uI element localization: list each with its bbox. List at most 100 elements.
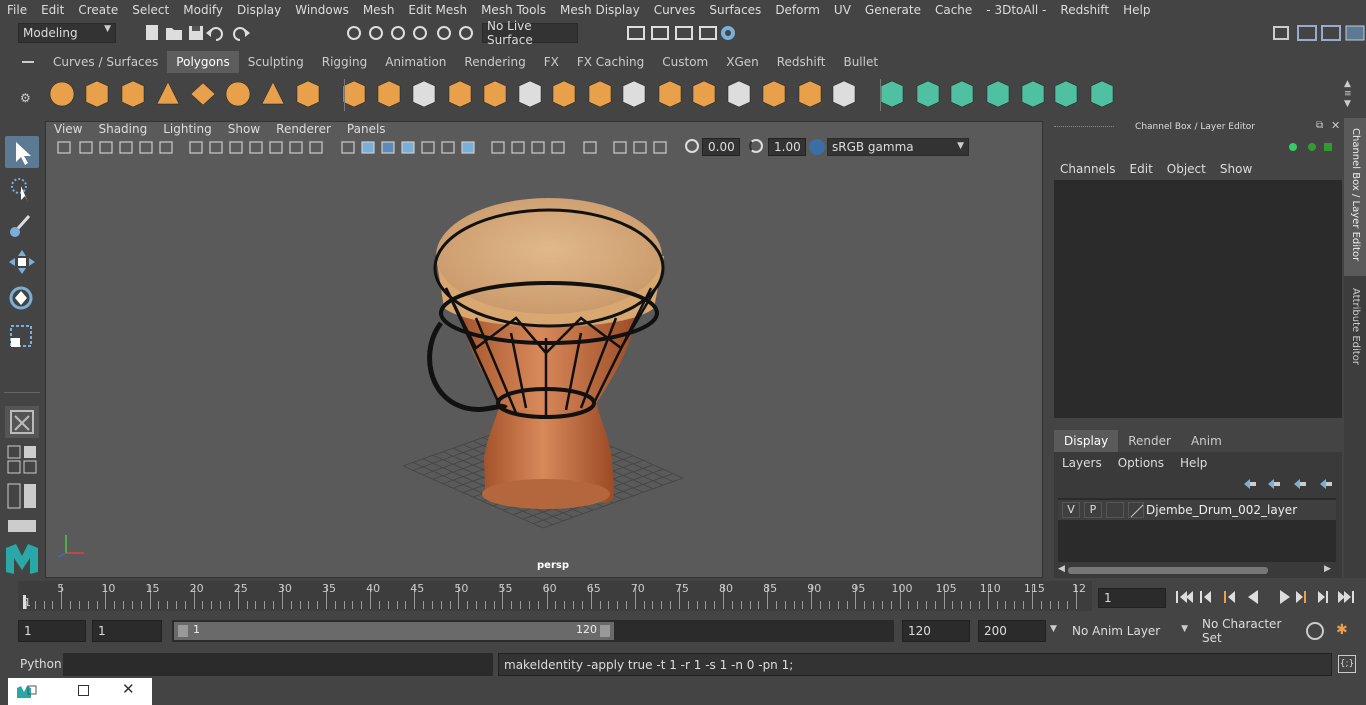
layer-playback-toggle[interactable]: P bbox=[1084, 502, 1102, 518]
gate-mask-icon[interactable] bbox=[249, 141, 263, 154]
snap-surface-icon[interactable] bbox=[437, 26, 451, 40]
ambient-occlusion-icon[interactable] bbox=[491, 141, 505, 154]
snap-grid-icon[interactable] bbox=[347, 26, 361, 40]
target-weld-icon[interactable] bbox=[1021, 80, 1045, 108]
xray-icon[interactable] bbox=[583, 141, 597, 154]
range-end-handle[interactable] bbox=[600, 625, 610, 637]
triangulate-icon[interactable] bbox=[483, 80, 507, 108]
menu-3dtoall[interactable]: - 3DtoAll - bbox=[979, 3, 1053, 17]
layout-bar-icon[interactable] bbox=[6, 518, 40, 534]
menu-mesh[interactable]: Mesh bbox=[356, 3, 402, 17]
safe-action-icon[interactable] bbox=[289, 141, 303, 154]
new-scene-icon[interactable] bbox=[146, 25, 158, 40]
step-forward-key-icon[interactable] bbox=[1318, 591, 1328, 603]
menu-create[interactable]: Create bbox=[71, 3, 125, 17]
menu-surfaces[interactable]: Surfaces bbox=[702, 3, 768, 17]
separate-icon[interactable] bbox=[377, 80, 401, 108]
channel-menu-show[interactable]: Show bbox=[1220, 162, 1252, 176]
menu-edit-mesh[interactable]: Edit Mesh bbox=[401, 3, 474, 17]
menu-mesh-display[interactable]: Mesh Display bbox=[553, 3, 647, 17]
bookmark-icon[interactable] bbox=[99, 141, 113, 154]
menu-redshift[interactable]: Redshift bbox=[1053, 3, 1116, 17]
field-chart-icon[interactable] bbox=[269, 141, 283, 154]
step-back-key-icon[interactable] bbox=[1200, 591, 1211, 603]
2d-pan-zoom-icon[interactable] bbox=[159, 141, 173, 154]
layer-menu-help[interactable]: Help bbox=[1180, 456, 1207, 470]
tab-fx[interactable]: FX bbox=[535, 51, 568, 73]
channel-menu-channels[interactable]: Channels bbox=[1060, 162, 1116, 176]
tab-polygons[interactable]: Polygons bbox=[167, 51, 239, 73]
command-language-label[interactable]: Python bbox=[20, 657, 62, 671]
checker-icon[interactable] bbox=[1090, 80, 1114, 108]
open-scene-icon[interactable] bbox=[166, 28, 182, 40]
go-to-start-icon[interactable] bbox=[1176, 591, 1193, 603]
layer-visibility-toggle[interactable]: V bbox=[1062, 502, 1080, 518]
menu-edit[interactable]: Edit bbox=[34, 3, 71, 17]
channel-menu-edit[interactable]: Edit bbox=[1130, 162, 1153, 176]
fill-hole-icon[interactable] bbox=[986, 80, 1010, 108]
viewport-menu-show[interactable]: Show bbox=[220, 122, 268, 136]
smooth-shade-icon[interactable] bbox=[361, 141, 375, 154]
viewport-canvas[interactable]: persp bbox=[46, 158, 1042, 576]
paint-select-tool-icon[interactable] bbox=[5, 208, 39, 240]
torus-icon[interactable] bbox=[225, 81, 251, 107]
close-icon[interactable]: ✕ bbox=[1331, 119, 1340, 132]
shelf-menu-icon[interactable] bbox=[18, 52, 38, 72]
menu-curves[interactable]: Curves bbox=[647, 3, 703, 17]
camera-attributes-icon[interactable] bbox=[79, 141, 93, 154]
layer-tab-anim[interactable]: Anim bbox=[1181, 430, 1232, 452]
snap-curve-icon[interactable] bbox=[369, 26, 383, 40]
menu-windows[interactable]: Windows bbox=[288, 3, 356, 17]
menu-generate[interactable]: Generate bbox=[858, 3, 928, 17]
smooth-icon[interactable] bbox=[448, 80, 472, 108]
gamma-icon[interactable] bbox=[749, 139, 763, 153]
menu-file[interactable]: File bbox=[0, 3, 34, 17]
shadows-icon[interactable] bbox=[461, 141, 475, 154]
color-management-icon[interactable] bbox=[809, 139, 825, 155]
tab-custom[interactable]: Custom bbox=[653, 51, 717, 73]
move-tool-icon[interactable] bbox=[5, 246, 39, 278]
command-input[interactable] bbox=[63, 653, 493, 676]
restore-app-icon[interactable] bbox=[16, 684, 38, 700]
snap-point-icon[interactable] bbox=[391, 26, 405, 40]
bridge-icon[interactable] bbox=[622, 80, 646, 108]
layer-display-type-toggle[interactable] bbox=[1106, 502, 1124, 518]
render-settings-icon[interactable] bbox=[627, 26, 645, 40]
tab-channel-box[interactable]: Channel Box / Layer Editor bbox=[1344, 118, 1366, 276]
cube-icon[interactable] bbox=[85, 80, 109, 108]
layout-columns-icon[interactable] bbox=[6, 482, 40, 510]
insert-loop-icon[interactable] bbox=[880, 80, 904, 108]
isolate-select-icon[interactable] bbox=[653, 141, 667, 154]
textured-icon[interactable] bbox=[421, 141, 435, 154]
menu-deform[interactable]: Deform bbox=[768, 3, 827, 17]
current-frame-field[interactable]: 1 bbox=[1098, 588, 1166, 608]
viewport-menu-panels[interactable]: Panels bbox=[339, 122, 394, 136]
motion-blur-icon[interactable] bbox=[511, 141, 525, 154]
grid-icon[interactable] bbox=[189, 141, 203, 154]
new-layer-icon[interactable] bbox=[1294, 479, 1306, 489]
sphere-icon[interactable] bbox=[49, 81, 75, 107]
unite-icon[interactable] bbox=[518, 80, 542, 108]
select-camera-icon[interactable] bbox=[57, 141, 71, 154]
color-space-selector[interactable]: sRGB gamma ▼ bbox=[827, 138, 969, 156]
step-forward-frame-icon[interactable] bbox=[1296, 591, 1306, 603]
step-back-frame-icon[interactable] bbox=[1224, 591, 1235, 603]
extract-icon[interactable] bbox=[412, 80, 436, 108]
layer-name[interactable]: Djembe_Drum_002_layer bbox=[1146, 503, 1297, 517]
mirror-icon[interactable] bbox=[552, 80, 576, 108]
soft-select-icon[interactable] bbox=[5, 406, 39, 438]
cylinder-icon[interactable] bbox=[121, 80, 145, 108]
append-icon[interactable] bbox=[692, 80, 716, 108]
film-gate-icon[interactable] bbox=[209, 141, 223, 154]
merge-icon[interactable] bbox=[1054, 80, 1078, 108]
move-layer-up-icon[interactable] bbox=[1244, 479, 1256, 489]
animation-preferences-icon[interactable]: ✱ bbox=[1336, 622, 1356, 640]
viewport-menu-view[interactable]: View bbox=[46, 122, 90, 136]
tab-attribute-editor[interactable]: Attribute Editor bbox=[1344, 280, 1366, 380]
tab-xgen[interactable]: XGen bbox=[717, 51, 768, 73]
tab-fx-caching[interactable]: FX Caching bbox=[568, 51, 653, 73]
layer-color-swatch[interactable] bbox=[1128, 502, 1144, 518]
save-scene-icon[interactable] bbox=[189, 26, 203, 40]
live-surface-field[interactable]: No Live Surface bbox=[482, 19, 578, 47]
range-slider-bar[interactable] bbox=[174, 622, 614, 640]
